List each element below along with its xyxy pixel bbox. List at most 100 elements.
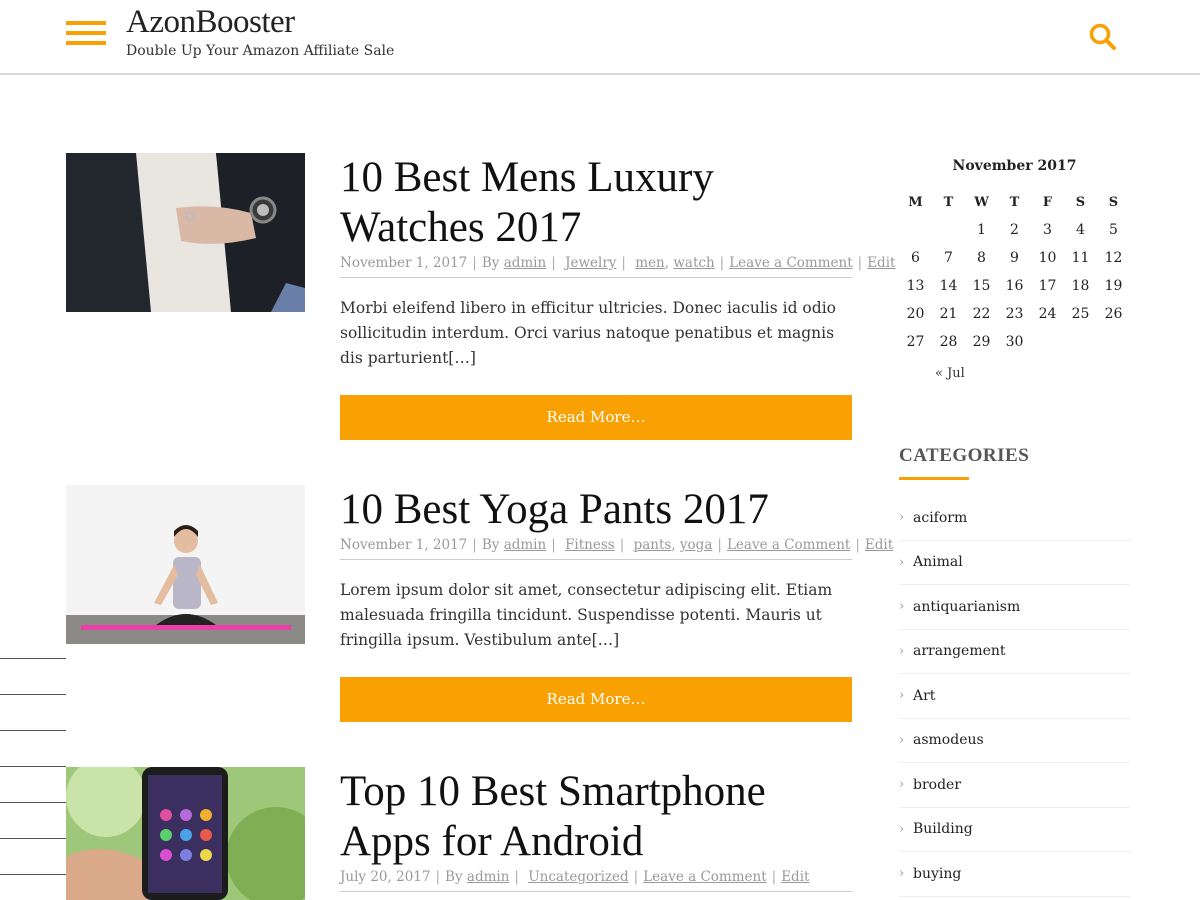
calendar-day: 24: [1038, 306, 1057, 322]
calendar-widget: November 2017 MTWTFSS 1 2 3 4 5 6 7 8 9 10 11 12 13 1…: [899, 158, 1130, 381]
category-item[interactable]: › asmodeus: [899, 719, 1130, 763]
calendar-day: 16: [1005, 278, 1024, 294]
edit-link[interactable]: Edit: [867, 255, 895, 271]
chevron-right-icon: ›: [899, 821, 905, 837]
chevron-right-icon: ›: [899, 643, 905, 659]
post-tag-link[interactable]: men: [635, 255, 665, 271]
post-category-link[interactable]: Fitness: [565, 537, 615, 553]
category-item[interactable]: › aciform: [899, 496, 1130, 541]
calendar-week: 13 14 15 16 17 18 19: [899, 272, 1130, 300]
calendar-week: 27 28 29 30: [899, 328, 1130, 356]
category-label: Building: [913, 821, 973, 838]
post-thumbnail-watch[interactable]: [66, 153, 305, 312]
site-header: AzonBooster Double Up Your Amazon Affili…: [0, 0, 1200, 75]
calendar-day: 25: [1071, 306, 1090, 322]
post-tag-link[interactable]: yoga: [680, 537, 712, 553]
post-meta: July 20, 2017 | By admin | Uncategorized | Le…: [340, 869, 852, 892]
calendar-day: 11: [1071, 250, 1090, 266]
calendar-table: MTWTFSS 1 2 3 4 5 6 7 8 9 10 11 12 13 14 15 16 17 18 19 20 2…: [899, 188, 1130, 356]
calendar-caption: November 2017: [952, 158, 1077, 174]
post-meta: November 1, 2017 | By admin | Fitness | pant…: [340, 537, 893, 560]
search-icon[interactable]: [1088, 22, 1118, 52]
calendar-week: 20 21 22 23 24 25 26: [899, 300, 1130, 328]
chevron-right-icon: ›: [899, 688, 905, 704]
post-excerpt: Lorem ipsum dolor sit amet, consectetur …: [340, 581, 833, 649]
category-item[interactable]: › Art: [899, 674, 1130, 719]
categories-list: › aciform › Animal › antiquarianism › arrangeme…: [899, 496, 1130, 897]
calendar-weekday: S: [1108, 194, 1119, 210]
category-label: buying: [913, 865, 962, 882]
side-decoration-lines: [0, 658, 66, 900]
hamburger-icon[interactable]: [66, 21, 106, 45]
calendar-day: 28: [939, 334, 958, 350]
post-category-link[interactable]: Jewelry: [565, 255, 616, 271]
calendar-day: 26: [1104, 306, 1123, 322]
category-item[interactable]: › antiquarianism: [899, 585, 1130, 630]
calendar-weekday: T: [943, 194, 954, 210]
categories-widget: CATEGORIES › aciform › Animal › antiquarianis…: [899, 445, 1130, 897]
site-title[interactable]: AzonBooster: [126, 4, 295, 41]
calendar-day: 14: [939, 278, 958, 294]
edit-link[interactable]: Edit: [781, 869, 809, 885]
post-author-link[interactable]: admin: [504, 255, 547, 271]
chevron-right-icon: ›: [899, 866, 905, 882]
calendar-day: [1064, 328, 1097, 356]
title-underline: [899, 477, 969, 480]
read-more-button[interactable]: Read More…: [340, 677, 852, 722]
post-tag-link[interactable]: watch: [673, 255, 714, 271]
post-date: November 1, 2017: [340, 537, 468, 553]
calendar-day: 7: [944, 250, 953, 266]
chevron-right-icon: ›: [899, 732, 905, 748]
leave-comment-link[interactable]: Leave a Comment: [727, 537, 850, 553]
category-label: Art: [913, 687, 936, 704]
category-item[interactable]: › broder: [899, 763, 1130, 808]
category-item[interactable]: › Animal: [899, 541, 1130, 585]
calendar-day: 17: [1038, 278, 1057, 294]
category-label: arrangement: [913, 643, 1006, 660]
calendar-week: 6 7 8 9 10 11 12: [899, 244, 1130, 272]
post-thumbnail-yoga[interactable]: [66, 485, 305, 644]
category-item[interactable]: › Building: [899, 808, 1130, 852]
leave-comment-link[interactable]: Leave a Comment: [643, 869, 766, 885]
calendar-weekday: F: [1042, 194, 1053, 210]
calendar-prev-link[interactable]: « Jul: [935, 366, 965, 381]
calendar-week: 1 2 3 4 5: [899, 216, 1130, 244]
calendar-day: [1031, 328, 1064, 356]
calendar-day: 9: [1010, 250, 1019, 266]
read-more-button[interactable]: Read More…: [340, 395, 852, 440]
calendar-day: 10: [1038, 250, 1057, 266]
chevron-right-icon: ›: [899, 777, 905, 793]
calendar-day: 21: [939, 306, 958, 322]
category-item[interactable]: › buying: [899, 852, 1130, 897]
calendar-day: 8: [977, 250, 986, 266]
by-label: By: [481, 255, 500, 271]
by-label: By: [481, 537, 500, 553]
calendar-day: 20: [906, 306, 925, 322]
calendar-day: 13: [906, 278, 925, 294]
post-title[interactable]: 10 Best Yoga Pants 2017: [340, 485, 852, 535]
category-item[interactable]: › arrangement: [899, 630, 1130, 674]
calendar-day: 15: [972, 278, 991, 294]
post-author-link[interactable]: admin: [467, 869, 510, 885]
leave-comment-link[interactable]: Leave a Comment: [729, 255, 852, 271]
edit-link[interactable]: Edit: [865, 537, 893, 553]
calendar-day: 12: [1104, 250, 1123, 266]
post-thumbnail-smartphone[interactable]: [66, 767, 305, 900]
categories-title: CATEGORIES: [899, 445, 1030, 466]
site-tagline: Double Up Your Amazon Affiliate Sale: [126, 43, 395, 59]
calendar-day: [1097, 328, 1130, 356]
calendar-weekday: M: [908, 194, 923, 210]
category-label: aciform: [913, 509, 968, 526]
post-meta: November 1, 2017 | By admin | Jewelry | men,…: [340, 255, 895, 278]
post-tag-link[interactable]: pants: [634, 537, 672, 553]
post-date: November 1, 2017: [340, 255, 468, 271]
chevron-right-icon: ›: [899, 599, 905, 615]
post-category-link[interactable]: Uncategorized: [528, 869, 628, 885]
calendar-day: [932, 216, 965, 244]
calendar-day: 29: [972, 334, 991, 350]
post-title[interactable]: Top 10 Best Smartphone Apps for Android: [340, 767, 852, 867]
post-title[interactable]: 10 Best Mens Luxury Watches 2017: [340, 153, 852, 253]
post-author-link[interactable]: admin: [504, 537, 547, 553]
post-date: July 20, 2017: [340, 869, 431, 885]
calendar-weekday: W: [974, 194, 989, 210]
